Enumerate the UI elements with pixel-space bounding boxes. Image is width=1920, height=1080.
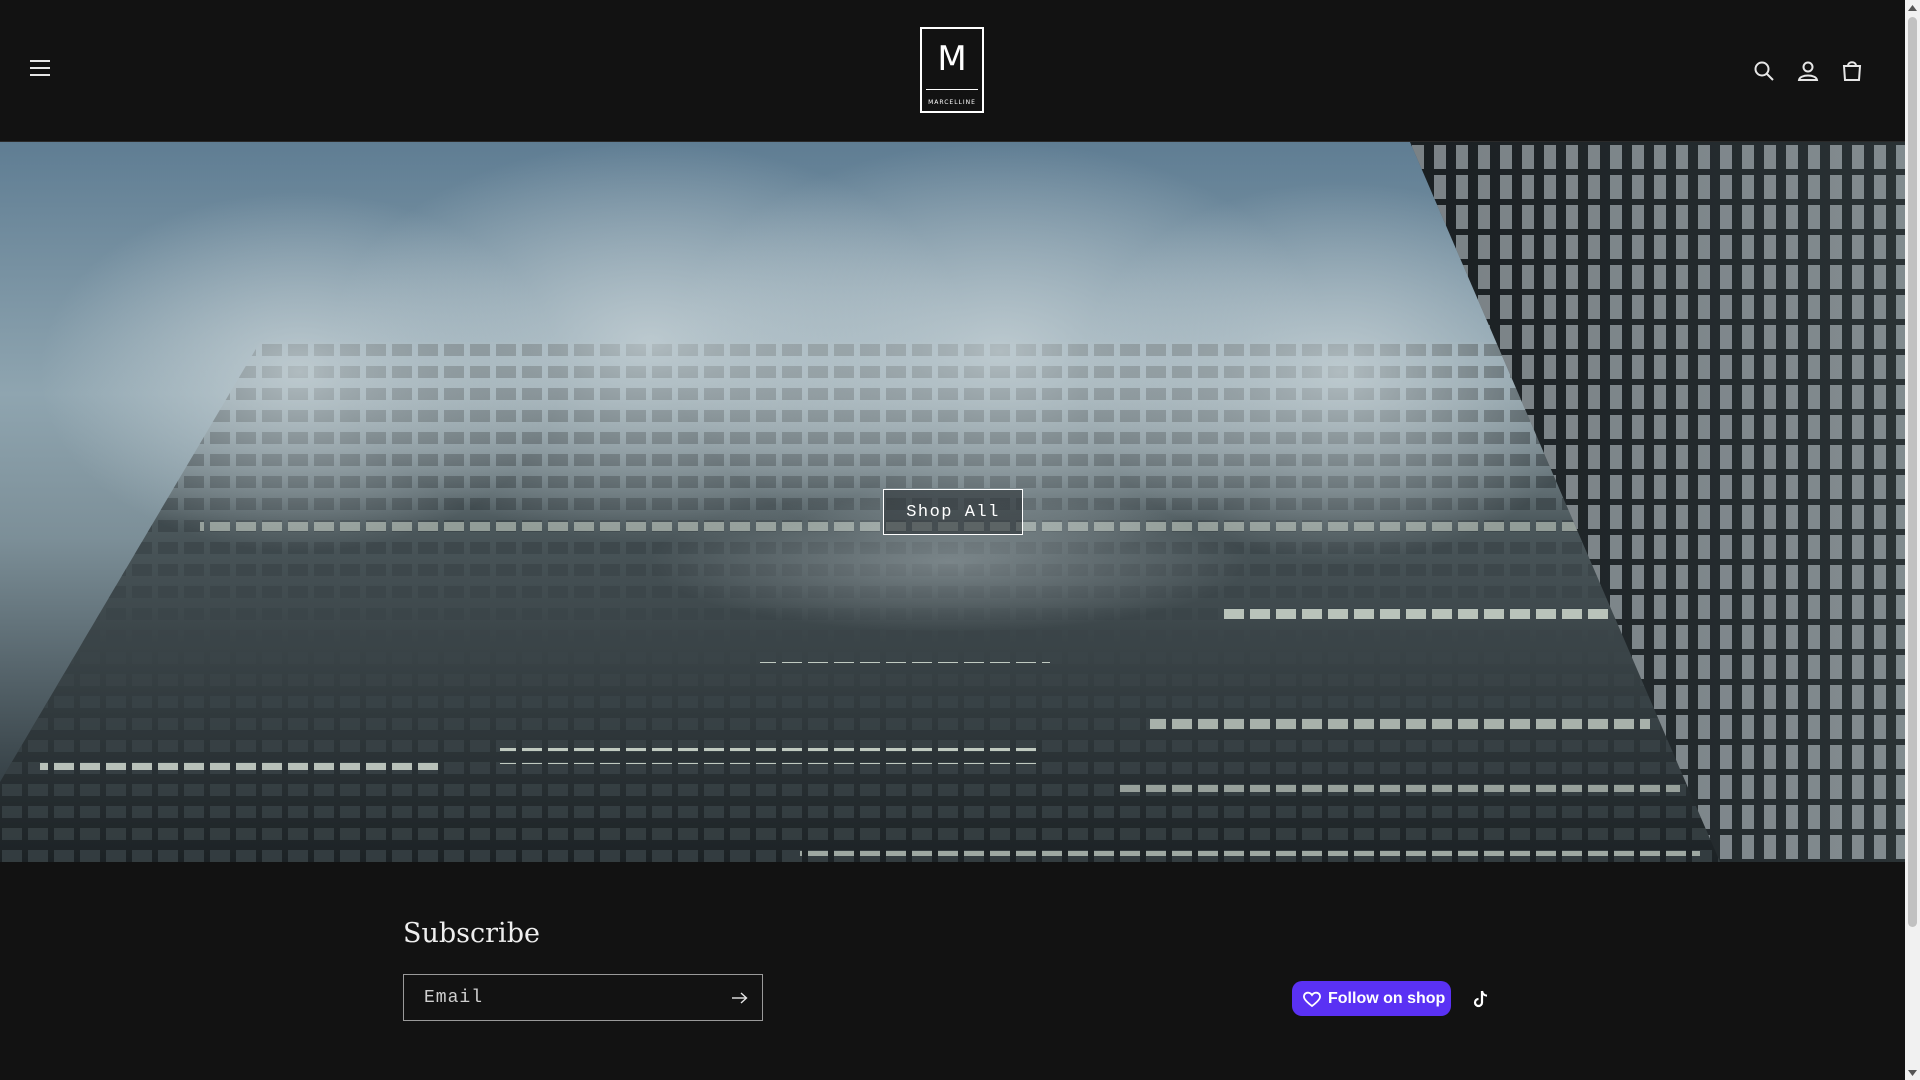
header-icons [1751, 58, 1865, 84]
shop-all-button[interactable]: Shop All [883, 489, 1023, 535]
subscribe-heading: Subscribe [403, 918, 540, 949]
hamburger-menu-icon[interactable] [30, 60, 52, 77]
email-input[interactable] [404, 975, 704, 1020]
account-icon[interactable] [1795, 58, 1821, 84]
scrollbar-thumb[interactable] [1908, 17, 1917, 927]
scroll-down-arrow-icon[interactable] [1905, 1065, 1920, 1080]
search-icon[interactable] [1751, 58, 1777, 84]
newsletter-form [403, 974, 763, 1021]
arrow-right-icon[interactable] [728, 987, 752, 1009]
scroll-up-arrow-icon[interactable] [1905, 0, 1920, 15]
logo-divider [926, 89, 978, 90]
logo-letter: M [937, 39, 967, 79]
site-header: M MARCELLINE [0, 0, 1905, 142]
hero-banner: Shop All [0, 142, 1905, 862]
logo-subtitle: MARCELLINE [928, 99, 976, 106]
site-logo[interactable]: M MARCELLINE [920, 27, 984, 113]
page-scrollbar[interactable] [1905, 0, 1920, 1080]
heart-icon [1302, 989, 1322, 1009]
follow-label: Follow on shop [1328, 989, 1446, 1007]
tiktok-icon[interactable] [1471, 989, 1493, 1011]
cart-icon[interactable] [1839, 58, 1865, 84]
follow-on-shop-button[interactable]: Follow on shop [1292, 981, 1451, 1016]
page: M MARCELLINE Shop All Subscribe Email Fo… [0, 0, 1905, 1080]
